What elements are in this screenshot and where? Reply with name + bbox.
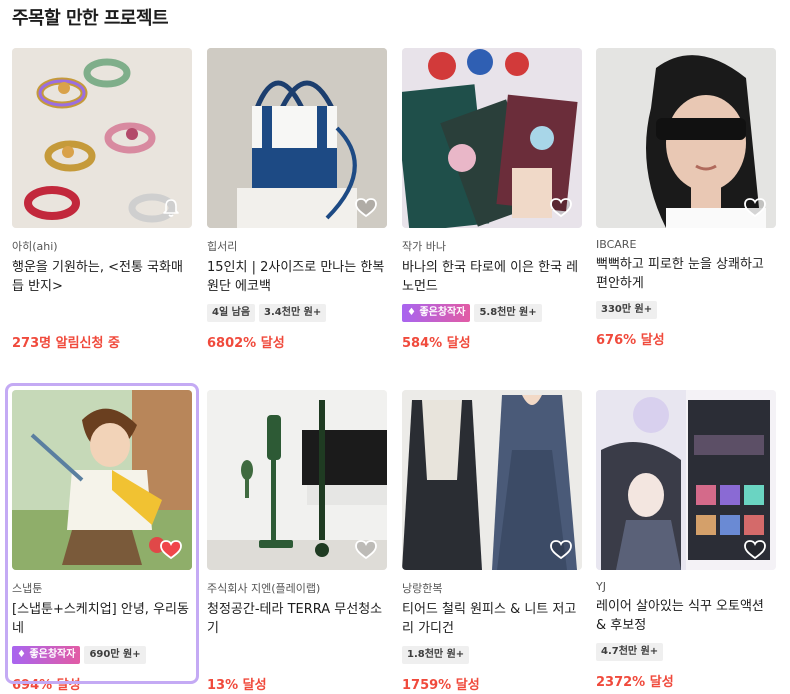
- funding-tag: 4.7천만 원+: [596, 643, 664, 661]
- tag-list: [12, 304, 192, 324]
- project-title[interactable]: 15인치 | 2사이즈로 만나는 한복원단 에코백: [207, 258, 387, 296]
- project-thumbnail[interactable]: [402, 48, 582, 228]
- creator-name[interactable]: 주식회사 지엔(플레이랩): [207, 580, 387, 596]
- tag-list: 4일 남음 3.4천만 원+: [207, 304, 387, 324]
- achievement-status: 694% 달성: [12, 678, 81, 693]
- heart-icon[interactable]: [355, 198, 377, 218]
- funding-tag: 690만 원+: [84, 646, 146, 664]
- funding-tag: 1.8천만 원+: [402, 646, 470, 664]
- good-creator-badge: ♦ 좋은창작자: [12, 646, 81, 664]
- creator-name[interactable]: 힙서리: [207, 238, 387, 254]
- project-card[interactable]: 아히(ahi) 행운을 기원하는, <전통 국화매듭 반지> 273명 알림신청…: [12, 48, 192, 351]
- project-title[interactable]: [스냅툰+스케치업] 안녕, 우리동네: [12, 600, 192, 638]
- funding-tag: 5.8천만 원+: [474, 304, 542, 322]
- project-thumbnail[interactable]: [207, 390, 387, 570]
- heart-icon[interactable]: [550, 540, 572, 560]
- project-card[interactable]: 힙서리 15인치 | 2사이즈로 만나는 한복원단 에코백 4일 남음 3.4천…: [207, 48, 387, 351]
- achievement-status: 1759% 달성: [402, 678, 480, 693]
- project-title[interactable]: 바나의 한국 타로에 이은 한국 레노먼드: [402, 258, 582, 296]
- heart-icon[interactable]: [744, 540, 766, 560]
- achievement-status: 676% 달성: [596, 333, 665, 348]
- creator-name[interactable]: 작가 바나: [402, 238, 582, 254]
- achievement-status: 2372% 달성: [596, 675, 674, 690]
- achievement-status: 6802% 달성: [207, 336, 285, 351]
- project-card[interactable]: 스냅툰 [스냅툰+스케치업] 안녕, 우리동네 ♦ 좋은창작자 690만 원+ …: [5, 383, 199, 693]
- tag-list: 330만 원+: [596, 301, 776, 321]
- project-title[interactable]: 레이어 살아있는 식꾸 오토액션 & 후보정: [596, 597, 776, 635]
- project-title[interactable]: 티어드 철릭 원피스 & 니트 저고리 가디건: [402, 600, 582, 638]
- tag-list: ♦ 좋은창작자 690만 원+: [12, 646, 192, 666]
- achievement-status: 273명 알림신청 중: [12, 336, 120, 351]
- project-thumbnail[interactable]: [12, 390, 192, 570]
- tag-list: 4.7천만 원+: [596, 643, 776, 663]
- good-creator-badge: ♦ 좋은창작자: [402, 304, 471, 322]
- project-title[interactable]: 행운을 기원하는, <전통 국화매듭 반지>: [12, 258, 192, 296]
- funding-tag: 3.4천만 원+: [259, 304, 327, 322]
- project-card[interactable]: YJ 레이어 살아있는 식꾸 오토액션 & 후보정 4.7천만 원+ 2372%…: [596, 390, 776, 690]
- good-creator-label: 좋은창작자: [419, 307, 466, 318]
- creator-name[interactable]: YJ: [596, 580, 776, 593]
- project-card[interactable]: 주식회사 지엔(플레이랩) 청정공간-테라 TERRA 무선청소기 13% 달성: [207, 390, 387, 693]
- project-card[interactable]: IBCARE 뻑뻑하고 피로한 눈을 상쾌하고 편안하게 330만 원+ 676…: [596, 48, 776, 348]
- heart-icon[interactable]: [550, 198, 572, 218]
- tag-list: 1.8천만 원+: [402, 646, 582, 666]
- tag-list: [207, 646, 387, 666]
- bell-icon[interactable]: [162, 198, 180, 218]
- project-card[interactable]: 작가 바나 바나의 한국 타로에 이은 한국 레노먼드 ♦ 좋은창작자 5.8천…: [402, 48, 582, 351]
- heart-icon[interactable]: [355, 540, 377, 560]
- project-title[interactable]: 뻑뻑하고 피로한 눈을 상쾌하고 편안하게: [596, 255, 776, 293]
- deadline-tag: 4일 남음: [207, 304, 256, 322]
- project-card[interactable]: 낭랑한복 티어드 철릭 원피스 & 니트 저고리 가디건 1.8천만 원+ 17…: [402, 390, 582, 693]
- heart-icon[interactable]: [744, 198, 766, 218]
- project-thumbnail[interactable]: [12, 48, 192, 228]
- project-title[interactable]: 청정공간-테라 TERRA 무선청소기: [207, 600, 387, 638]
- project-grid: 아히(ahi) 행운을 기원하는, <전통 국화매듭 반지> 273명 알림신청…: [0, 0, 790, 694]
- project-thumbnail[interactable]: [596, 390, 776, 570]
- heart-filled-icon[interactable]: [160, 540, 182, 560]
- creator-name[interactable]: 낭랑한복: [402, 580, 582, 596]
- project-thumbnail[interactable]: [207, 48, 387, 228]
- creator-name[interactable]: 스냅툰: [12, 580, 192, 596]
- project-thumbnail[interactable]: [402, 390, 582, 570]
- achievement-status: 13% 달성: [207, 678, 267, 693]
- project-thumbnail[interactable]: [596, 48, 776, 228]
- achievement-status: 584% 달성: [402, 336, 471, 351]
- creator-name[interactable]: IBCARE: [596, 238, 776, 251]
- good-creator-label: 좋은창작자: [29, 649, 76, 660]
- funding-tag: 330만 원+: [596, 301, 658, 319]
- creator-name[interactable]: 아히(ahi): [12, 238, 192, 254]
- tag-list: ♦ 좋은창작자 5.8천만 원+: [402, 304, 582, 324]
